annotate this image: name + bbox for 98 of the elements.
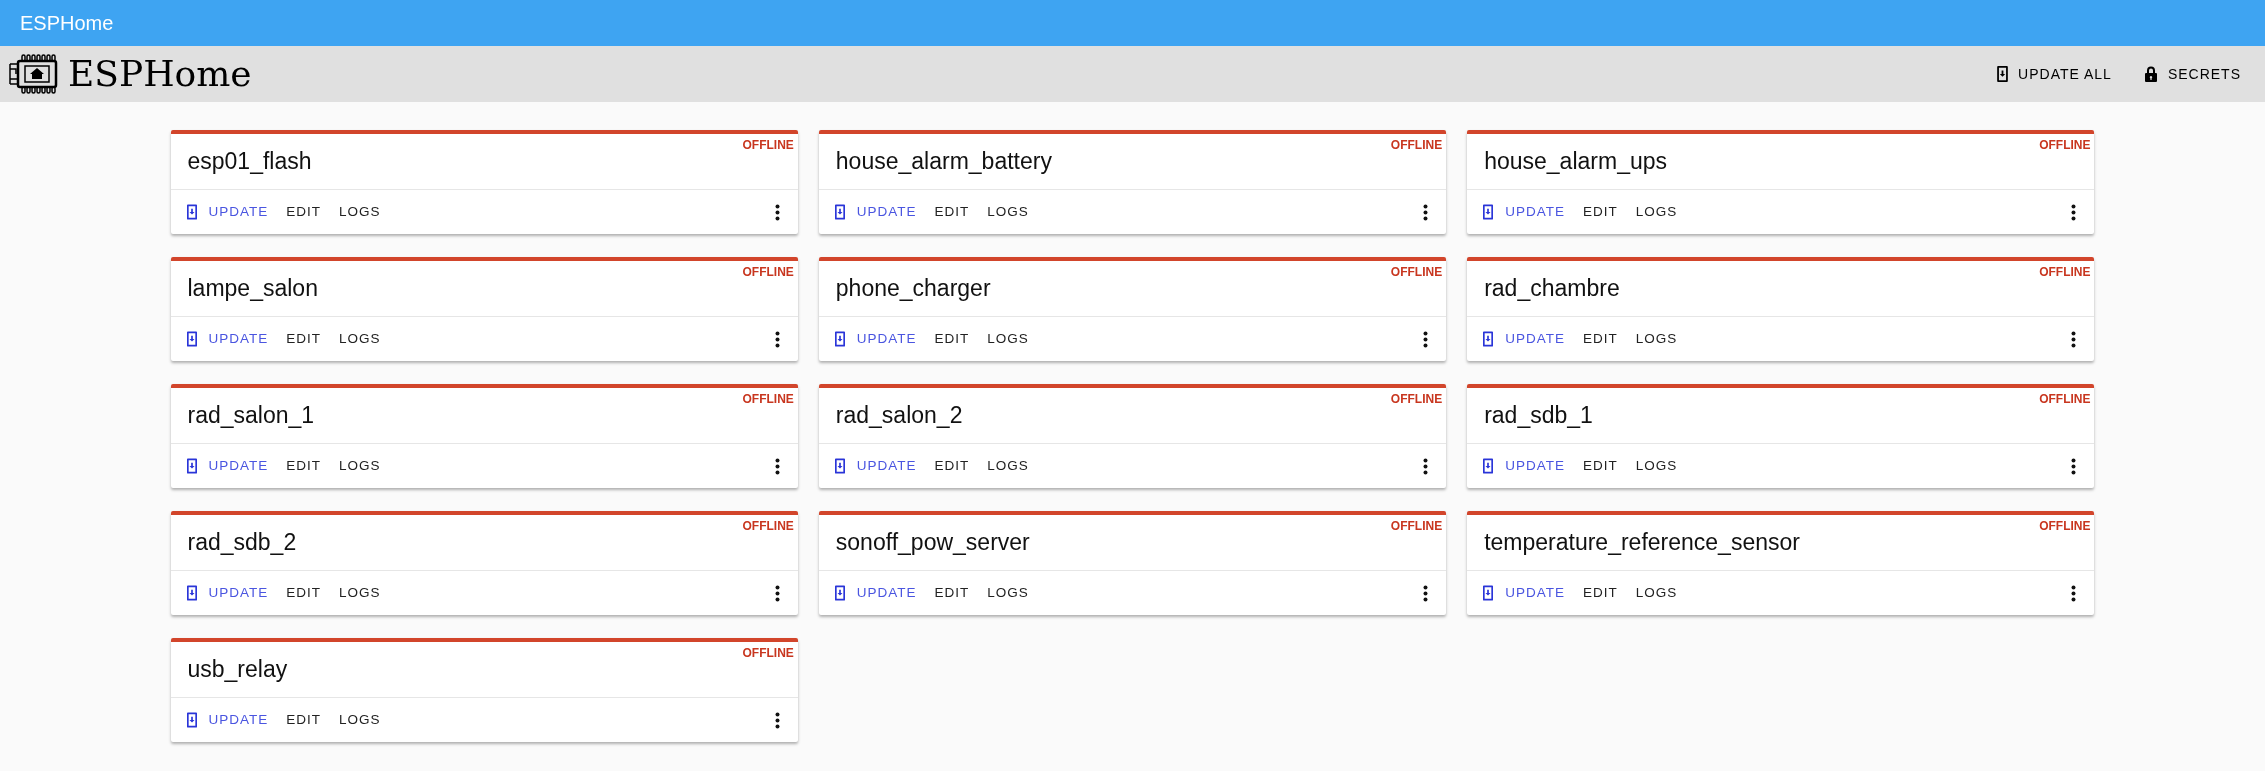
logs-button[interactable]: LOGS [333,705,387,735]
device-name: phone_charger [835,274,991,304]
logs-button[interactable]: LOGS [333,197,387,227]
download-device-icon [186,331,197,347]
update-button[interactable]: UPDATE [828,578,923,608]
logs-button[interactable]: LOGS [981,197,1035,227]
update-button[interactable]: UPDATE [180,324,275,354]
status-label: OFFLINE [742,518,794,535]
status-label: OFFLINE [2039,264,2091,281]
more-vertical-icon [1423,330,1429,348]
more-vertical-icon [774,457,780,475]
logs-button[interactable]: LOGS [1629,578,1684,608]
edit-button[interactable]: EDIT [1576,578,1624,608]
download-device-icon [1483,331,1494,347]
more-vertical-icon [1423,203,1429,221]
device-name: rad_salon_1 [187,401,315,431]
logs-button[interactable]: LOGS [981,451,1035,481]
update-button[interactable]: UPDATE [180,705,275,735]
device-name: esp01_flash [187,147,312,177]
edit-button[interactable]: EDIT [280,324,328,354]
more-vertical-icon [2071,584,2077,602]
status-label: OFFLINE [1390,518,1443,535]
logs-button[interactable]: LOGS [333,324,387,354]
more-vertical-icon [2071,330,2077,348]
more-vertical-icon [1423,584,1429,602]
chip-house-logo-icon [8,54,58,94]
update-button[interactable]: UPDATE [180,451,275,481]
status-label: OFFLINE [742,645,794,662]
device-name: temperature_reference_sensor [1484,528,1800,558]
download-device-icon [1997,66,2009,82]
more-vertical-icon [774,203,780,221]
update-button[interactable]: UPDATE [828,197,923,227]
more-vertical-icon [774,584,780,602]
status-label: OFFLINE [742,264,794,281]
status-label: OFFLINE [2039,391,2091,408]
edit-button[interactable]: EDIT [1576,197,1624,227]
update-all-button[interactable]: UPDATE ALL [1989,57,2120,91]
more-vertical-icon [774,330,780,348]
more-vertical-icon [2071,457,2077,475]
device-name: rad_sdb_1 [1484,401,1593,431]
edit-button[interactable]: EDIT [280,578,328,608]
logs-button[interactable]: LOGS [981,324,1035,354]
more-vertical-icon [774,711,780,729]
update-button[interactable]: UPDATE [828,324,923,354]
edit-button[interactable]: EDIT [280,197,328,227]
device-name: lampe_salon [187,274,318,304]
device-name: house_alarm_ups [1484,147,1667,177]
edit-button[interactable]: EDIT [280,451,328,481]
download-device-icon [834,331,845,347]
status-label: OFFLINE [1390,264,1443,281]
status-label: OFFLINE [742,391,794,408]
update-button[interactable]: UPDATE [1477,451,1571,481]
download-device-icon [1483,458,1494,474]
logs-button[interactable]: LOGS [1629,451,1684,481]
more-vertical-icon [2071,203,2077,221]
status-label: OFFLINE [2039,137,2091,154]
device-name: rad_chambre [1484,274,1620,304]
update-button[interactable]: UPDATE [1477,324,1571,354]
download-device-icon [186,585,197,601]
update-button[interactable]: UPDATE [180,197,275,227]
download-device-icon [1483,585,1494,601]
download-device-icon [834,204,845,220]
lock-icon [2143,66,2158,82]
device-name: house_alarm_battery [835,147,1052,177]
status-label: OFFLINE [2039,518,2091,535]
edit-button[interactable]: EDIT [928,578,976,608]
download-device-icon [1483,204,1494,220]
edit-button[interactable]: EDIT [1576,451,1624,481]
download-device-icon [834,458,845,474]
status-label: OFFLINE [742,137,794,154]
edit-button[interactable]: EDIT [280,705,328,735]
download-device-icon [834,585,845,601]
download-device-icon [186,458,197,474]
status-label: OFFLINE [1390,391,1443,408]
logs-button[interactable]: LOGS [333,451,387,481]
update-button[interactable]: UPDATE [828,451,923,481]
edit-button[interactable]: EDIT [928,451,976,481]
update-button[interactable]: UPDATE [1477,197,1571,227]
logo-title: ESPHome [68,52,252,96]
logs-button[interactable]: LOGS [333,578,387,608]
device-name: rad_sdb_2 [187,528,297,558]
download-device-icon [186,204,197,220]
edit-button[interactable]: EDIT [928,197,976,227]
update-button[interactable]: UPDATE [1477,578,1571,608]
update-button[interactable]: UPDATE [180,578,275,608]
device-name: rad_salon_2 [835,401,963,431]
app-title: ESPHome [20,11,114,36]
logs-button[interactable]: LOGS [1629,324,1684,354]
edit-button[interactable]: EDIT [928,324,976,354]
more-vertical-icon [1423,457,1429,475]
logs-button[interactable]: LOGS [1629,197,1684,227]
device-name: sonoff_pow_server [835,528,1030,558]
logs-button[interactable]: LOGS [981,578,1035,608]
secrets-button[interactable]: SECRETS [2135,57,2249,91]
status-label: OFFLINE [1390,137,1443,154]
download-device-icon [186,712,197,728]
edit-button[interactable]: EDIT [1576,324,1624,354]
device-name: usb_relay [187,655,288,685]
